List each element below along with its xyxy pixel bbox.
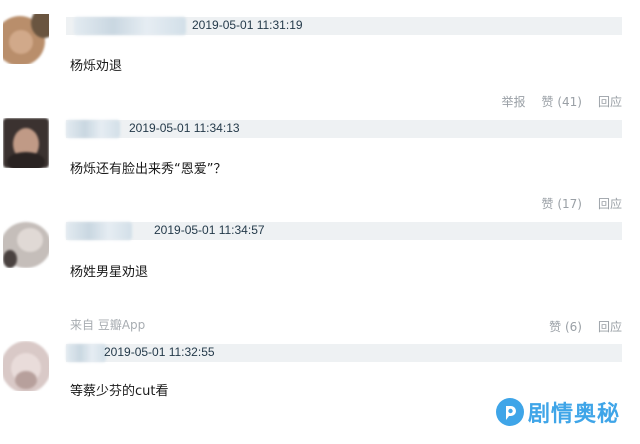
like-button[interactable]: 赞 (6) <box>549 320 582 334</box>
comment-meta-bar: 2019-05-01 11:31:19 <box>66 17 622 35</box>
watermark: 剧情奥秘 <box>495 396 620 428</box>
comment-actions: 赞 (6) 回应 <box>533 318 622 335</box>
like-button[interactable]: 赞 (17) <box>542 197 582 211</box>
comment-timestamp: 2019-05-01 11:34:13 <box>129 121 240 135</box>
comment-item: 2019-05-01 11:34:13 杨烁还有脸出来秀“恩爱”？ 赞 (17)… <box>0 112 640 216</box>
watermark-logo-icon <box>495 398 524 426</box>
avatar[interactable] <box>3 218 49 268</box>
comment-item: 2019-05-01 11:34:57 杨姓男星劝退 来自 豆瓣App 赞 (6… <box>0 216 640 336</box>
reply-button[interactable]: 回应 <box>598 95 622 109</box>
comment-timestamp: 2019-05-01 11:34:57 <box>154 223 265 237</box>
comment-text: 等蔡少芬的cut看 <box>70 384 169 399</box>
comment-timestamp: 2019-05-01 11:32:55 <box>104 345 215 359</box>
reply-button[interactable]: 回应 <box>598 320 622 334</box>
comment-source: 来自 豆瓣App <box>70 318 146 332</box>
comment-actions: 举报 赞 (41) 回应 <box>486 93 622 110</box>
watermark-text: 剧情奥秘 <box>527 402 620 427</box>
comment-text: 杨烁劝退 <box>70 59 123 74</box>
username-blurred[interactable] <box>66 344 106 362</box>
comment-meta-bar: 2019-05-01 11:34:57 <box>66 222 622 240</box>
avatar[interactable] <box>3 341 49 391</box>
comment-timestamp: 2019-05-01 11:31:19 <box>192 18 303 32</box>
username-blurred[interactable] <box>74 17 186 35</box>
comment-meta-bar: 2019-05-01 11:32:55 <box>66 344 622 362</box>
report-button[interactable]: 举报 <box>502 95 526 109</box>
comment-text: 杨姓男星劝退 <box>70 265 149 280</box>
like-button[interactable]: 赞 (41) <box>542 95 582 109</box>
avatar[interactable] <box>3 14 49 64</box>
avatar[interactable] <box>3 118 49 168</box>
username-blurred[interactable] <box>66 120 120 138</box>
comment-meta-bar: 2019-05-01 11:34:13 <box>66 120 622 138</box>
username-blurred[interactable] <box>66 222 132 240</box>
comment-text: 杨烁还有脸出来秀“恩爱”？ <box>70 162 227 177</box>
comment-item: 2019-05-01 11:31:19 杨烁劝退 举报 赞 (41) 回应 <box>0 0 640 112</box>
comment-actions: 赞 (17) 回应 <box>526 195 622 212</box>
reply-button[interactable]: 回应 <box>598 197 622 211</box>
